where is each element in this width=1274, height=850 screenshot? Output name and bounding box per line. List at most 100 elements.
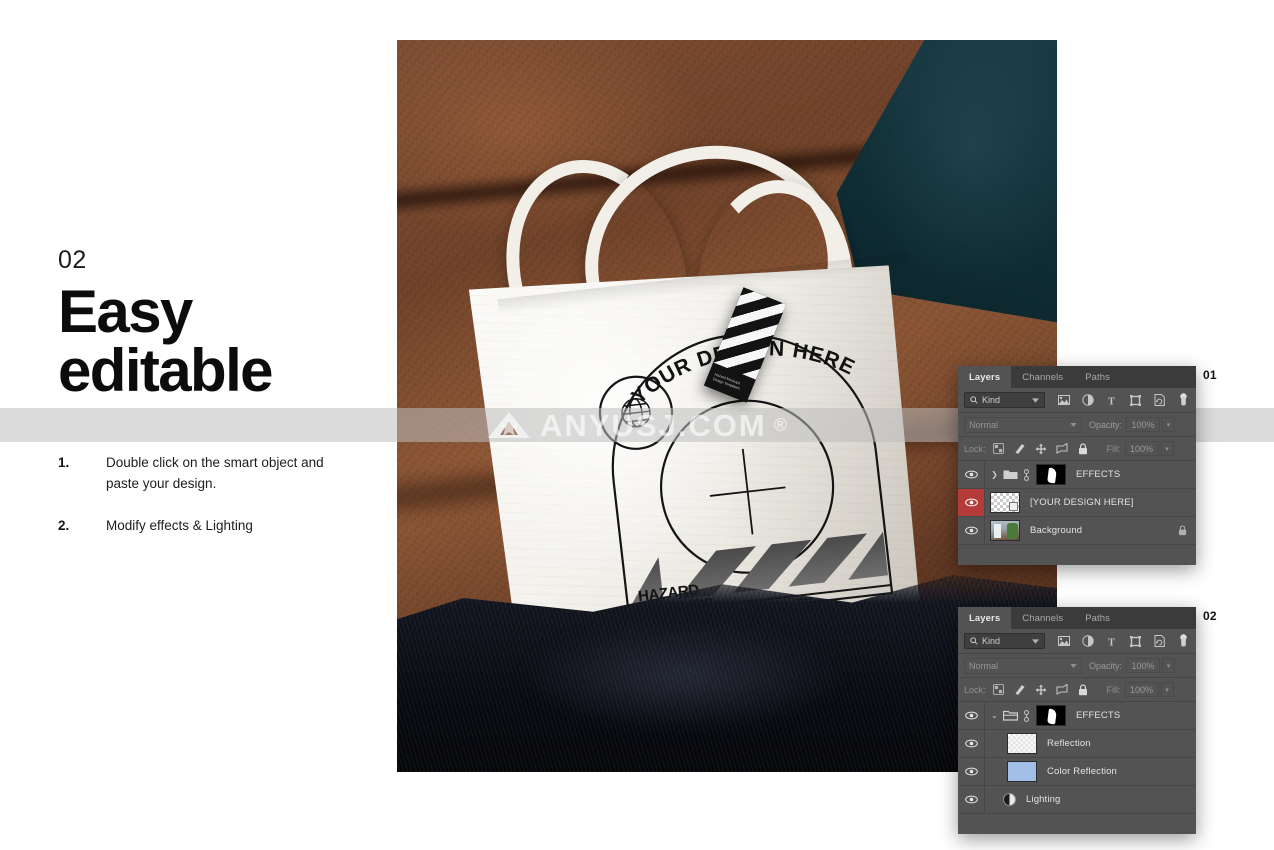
opacity-label: Opacity:	[1089, 419, 1123, 430]
fill-input[interactable]: 100%	[1124, 682, 1159, 697]
lock-image-icon[interactable]	[1014, 684, 1026, 696]
chevron-down-icon	[1032, 397, 1039, 403]
eye-icon	[964, 526, 978, 535]
lock-image-icon[interactable]	[1014, 443, 1026, 455]
table-row[interactable]: Color Reflection	[958, 758, 1196, 786]
eye-icon	[964, 739, 978, 748]
layer-thumbnail[interactable]	[990, 492, 1020, 513]
fill-input[interactable]: 100%	[1124, 441, 1159, 456]
tab-layers[interactable]: Layers	[958, 366, 1012, 388]
panel-footer	[958, 814, 1196, 834]
lock-artboard-icon[interactable]	[1055, 684, 1068, 696]
instruction-list: 1. Double click on the smart object and …	[58, 453, 358, 538]
layer-thumbnail[interactable]	[990, 520, 1020, 541]
svg-text:T: T	[1108, 637, 1115, 647]
lock-transparency-icon[interactable]	[993, 443, 1005, 455]
eye-icon	[964, 767, 978, 776]
tab-channels[interactable]: Channels	[1011, 607, 1074, 629]
panel-label-01: 01	[1203, 368, 1217, 382]
link-icon[interactable]	[1021, 709, 1031, 722]
adjustment-layer-icon[interactable]	[1081, 394, 1094, 407]
search-icon	[970, 637, 978, 645]
chevron-down-icon[interactable]: ⌄	[988, 711, 1001, 720]
lock-artboard-icon[interactable]	[1055, 443, 1068, 455]
tab-paths[interactable]: Paths	[1074, 366, 1121, 388]
layer-visibility-toggle[interactable]	[958, 461, 985, 488]
lock-row: Lock: Fill: 100% ▾	[958, 678, 1196, 701]
pixel-layer-icon[interactable]	[1057, 394, 1070, 407]
adjustment-layer-thumbnail[interactable]	[1003, 793, 1016, 806]
opacity-slider-toggle[interactable]: ▾	[1162, 417, 1176, 432]
layer-mask-thumbnail[interactable]	[1036, 705, 1066, 726]
layer-name: Color Reflection	[1047, 766, 1117, 777]
layer-thumbnail[interactable]	[1007, 733, 1037, 754]
smart-object-icon[interactable]	[1153, 394, 1166, 407]
layer-thumbnail[interactable]	[1007, 761, 1037, 782]
list-item: 1. Double click on the smart object and …	[58, 453, 358, 495]
tab-layers[interactable]: Layers	[958, 607, 1012, 629]
layer-visibility-toggle[interactable]	[958, 758, 985, 785]
lock-position-icon[interactable]	[1035, 443, 1047, 455]
fill-slider-toggle[interactable]: ▾	[1160, 441, 1174, 456]
filter-type-icons: T	[1057, 634, 1190, 648]
blend-mode-dropdown[interactable]: Normal	[964, 416, 1082, 433]
opacity-label: Opacity:	[1089, 660, 1123, 671]
lock-all-icon[interactable]	[1077, 442, 1089, 455]
filter-kind-dropdown[interactable]: Kind	[964, 633, 1045, 649]
pixel-layer-icon[interactable]	[1057, 635, 1070, 648]
layer-mask-thumbnail[interactable]	[1036, 464, 1066, 485]
opacity-slider-toggle[interactable]: ▾	[1162, 658, 1176, 673]
shape-layer-icon[interactable]	[1129, 394, 1142, 407]
table-row[interactable]: Lighting	[958, 786, 1196, 814]
layer-visibility-toggle[interactable]	[958, 517, 985, 544]
opacity-input[interactable]: 100%	[1126, 417, 1161, 432]
table-row[interactable]: ❯ EFFECTS	[958, 461, 1196, 489]
blend-mode-dropdown[interactable]: Normal	[964, 657, 1082, 674]
instruction-text: Modify effects & Lighting	[106, 518, 253, 534]
lock-position-icon[interactable]	[1035, 684, 1047, 696]
svg-text:T: T	[1108, 396, 1115, 406]
panel-tab-bar: Layers Channels Paths	[958, 607, 1196, 629]
filter-kind-label: Kind	[982, 395, 1001, 405]
blend-mode-value: Normal	[969, 660, 999, 671]
layers-panel-01[interactable]: Layers Channels Paths Kind T Normal Opac…	[958, 366, 1196, 565]
watermark-registered-mark: ®	[773, 414, 787, 435]
lock-all-icon[interactable]	[1077, 683, 1089, 696]
layer-visibility-toggle[interactable]	[958, 786, 985, 813]
eye-icon	[964, 795, 978, 804]
shape-layer-icon[interactable]	[1129, 635, 1142, 648]
table-row[interactable]: [YOUR DESIGN HERE]	[958, 489, 1196, 517]
layer-name: [YOUR DESIGN HERE]	[1030, 497, 1134, 508]
page-title: Easy editable	[58, 282, 358, 401]
filter-toggle-icon[interactable]	[1177, 393, 1190, 407]
table-row[interactable]: ⌄ EFFECTS	[958, 702, 1196, 730]
chevron-down-icon	[1070, 663, 1077, 668]
fill-slider-toggle[interactable]: ▾	[1160, 682, 1174, 697]
lock-transparency-icon[interactable]	[993, 684, 1005, 696]
filter-toggle-icon[interactable]	[1177, 634, 1190, 648]
layer-name: EFFECTS	[1076, 710, 1121, 721]
layer-visibility-toggle[interactable]	[958, 489, 985, 516]
blend-mode-row: Normal Opacity: 100% ▾	[958, 413, 1196, 436]
type-layer-icon[interactable]: T	[1105, 635, 1118, 648]
layer-visibility-toggle[interactable]	[958, 702, 985, 729]
layer-name: EFFECTS	[1076, 469, 1121, 480]
chevron-right-icon[interactable]: ❯	[988, 470, 1001, 479]
layers-panel-02[interactable]: Layers Channels Paths Kind T Normal Opac…	[958, 607, 1196, 834]
smart-object-icon[interactable]	[1153, 635, 1166, 648]
filter-kind-dropdown[interactable]: Kind	[964, 392, 1045, 408]
link-icon[interactable]	[1021, 468, 1031, 481]
tab-paths[interactable]: Paths	[1074, 607, 1121, 629]
eye-icon	[964, 498, 978, 507]
type-layer-icon[interactable]: T	[1105, 394, 1118, 407]
eye-icon	[964, 470, 978, 479]
opacity-input[interactable]: 100%	[1126, 658, 1161, 673]
layer-visibility-toggle[interactable]	[958, 730, 985, 757]
table-row[interactable]: Reflection	[958, 730, 1196, 758]
smart-object-badge-icon	[1009, 502, 1018, 511]
tab-channels[interactable]: Channels	[1011, 366, 1074, 388]
table-row[interactable]: Background	[958, 517, 1196, 545]
fill-label: Fill:	[1106, 443, 1121, 454]
adjustment-layer-icon[interactable]	[1081, 635, 1094, 648]
folder-icon	[1003, 469, 1018, 480]
